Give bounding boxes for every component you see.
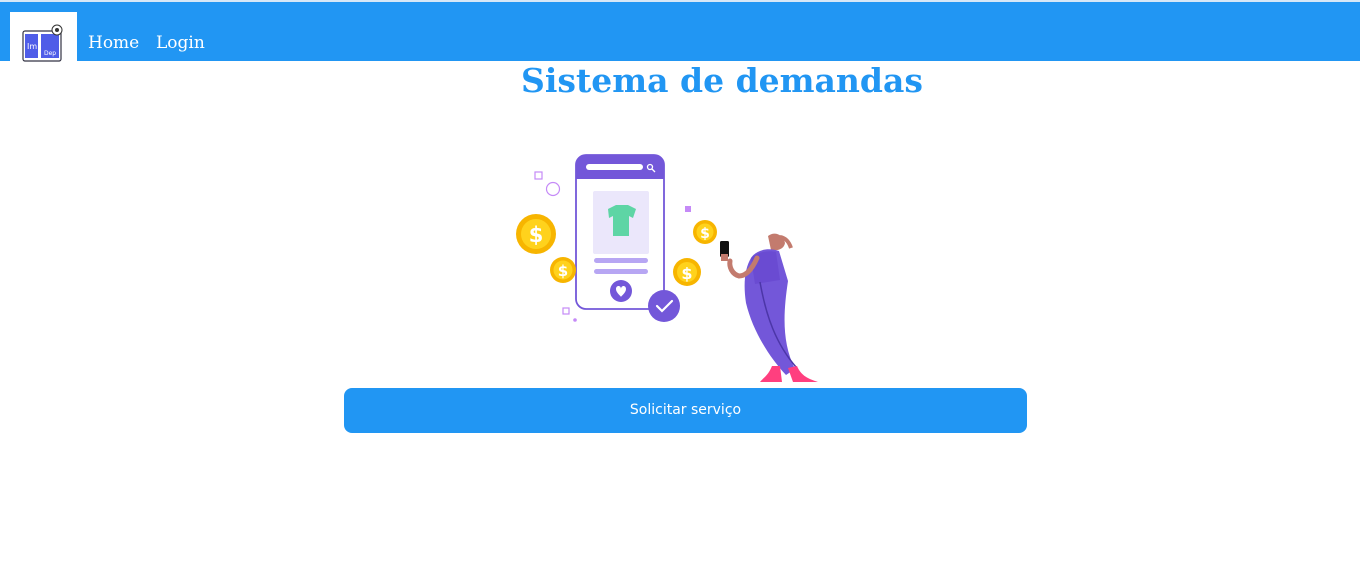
woman-with-phone-figure <box>720 233 818 382</box>
svg-text:$: $ <box>700 226 710 242</box>
dollar-coin-icon: $ <box>516 214 556 254</box>
dollar-coin-small-top-icon: $ <box>693 220 717 244</box>
svg-text:$: $ <box>558 262 568 280</box>
page-title: Sistema de demandas <box>521 61 923 100</box>
company-logo-icon: Im Dep <box>22 24 63 62</box>
svg-text:Im: Im <box>27 42 37 51</box>
request-service-button[interactable]: Solicitar serviço <box>344 388 1027 433</box>
shopping-app-illustration: $ $ $ $ <box>516 154 818 382</box>
svg-text:Dep: Dep <box>44 50 56 57</box>
dollar-coin-small-left-icon: $ <box>550 257 576 283</box>
svg-text:$: $ <box>529 223 544 247</box>
nav-home-link[interactable]: Home <box>88 32 139 54</box>
svg-text:$: $ <box>681 264 692 283</box>
top-navbar: Im Dep Home Login <box>0 2 1360 63</box>
dollar-coin-small-right-icon: $ <box>673 258 701 286</box>
phone-mockup <box>575 154 665 310</box>
check-badge-icon <box>648 290 680 322</box>
logo-container[interactable]: Im Dep <box>10 12 77 63</box>
nav-login-link[interactable]: Login <box>156 32 205 54</box>
